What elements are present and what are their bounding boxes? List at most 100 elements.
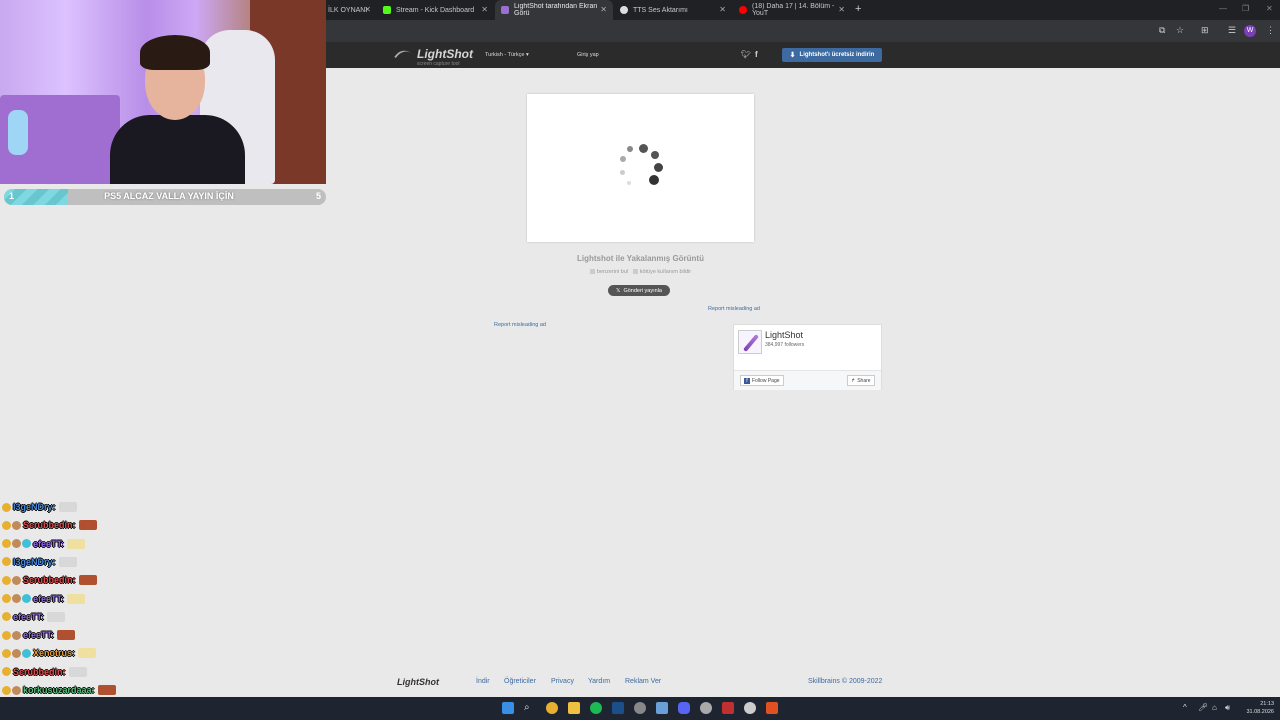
spinner-dot: [651, 151, 659, 159]
facebook-icon[interactable]: f: [755, 50, 758, 59]
image-icon: [589, 269, 595, 274]
chat-emote-icon: [78, 575, 97, 586]
webcam-lamp: [8, 110, 28, 155]
chat-message: efeeTT:: [2, 628, 76, 642]
share-button[interactable]: ↱ Share: [847, 375, 875, 386]
login-link[interactable]: Giriş yap: [577, 52, 599, 58]
close-icon[interactable]: ✕: [838, 5, 845, 14]
report-ad-link[interactable]: Report misleading ad: [494, 322, 546, 328]
chat-emote-icon: [57, 630, 76, 641]
chat-message: efeeTT:: [2, 592, 86, 606]
chat-username: efeeTT:: [23, 630, 55, 641]
spinner-dot: [639, 144, 648, 153]
flag-icon: [632, 269, 638, 274]
chat-username: Scrubbedin:: [13, 666, 66, 677]
chat-message: efeeTT:: [2, 610, 66, 624]
microphone-icon[interactable]: 🎤︎: [1198, 703, 1208, 712]
chat-badge-icon: [2, 575, 11, 585]
tab-2[interactable]: Stream - Kick Dashboard ✕: [377, 0, 494, 20]
chat-message: Scrubbedin:: [2, 518, 97, 532]
new-tab-button[interactable]: +: [855, 3, 861, 15]
spotify-icon[interactable]: [590, 702, 602, 714]
x-post-button[interactable]: 𝕏 Gönderi yayınla: [608, 285, 670, 296]
chat-message: Scrubbedin:: [2, 573, 97, 587]
download-button[interactable]: ⬇ Lightshot'ı ücretsiz indirin: [782, 48, 882, 62]
network-icon[interactable]: ⌂: [1212, 703, 1217, 712]
close-icon[interactable]: ✕: [719, 5, 726, 14]
donation-goal-bar: 1 PS5 ALCAZ VALLA YAYIN İÇİN 5: [4, 189, 326, 205]
footer-link-advertise[interactable]: Reklam Ver: [625, 678, 661, 685]
chat-message: l3geNDry:: [2, 500, 77, 514]
youtube-icon: [739, 6, 747, 14]
footer-link-privacy[interactable]: Privacy: [551, 678, 574, 685]
app-icon[interactable]: [700, 702, 712, 714]
bookmark-star-icon[interactable]: ☆: [1176, 25, 1184, 36]
footer-logo[interactable]: LightShot: [397, 677, 439, 687]
chrome-icon[interactable]: [546, 702, 558, 714]
obs-like-icon[interactable]: [722, 702, 734, 714]
tab-3[interactable]: LightShot tarafından Ekran Görü ✕: [495, 0, 613, 20]
chat-message: l3geNDry:: [2, 555, 77, 569]
spinner-dot: [627, 146, 633, 152]
chat-emote-icon: [58, 502, 77, 512]
settings-gear-icon[interactable]: [634, 702, 646, 714]
volume-icon[interactable]: 🔊︎: [1225, 703, 1230, 713]
chat-username: korkusuzardaaa:: [23, 685, 95, 695]
discord-icon[interactable]: [678, 702, 690, 714]
goal-end: 5: [316, 191, 322, 201]
search-icon[interactable]: ⌕: [524, 702, 536, 714]
chat-badge-icon: [22, 648, 31, 658]
app-icon[interactable]: [744, 702, 756, 714]
file-explorer-icon[interactable]: [568, 702, 580, 714]
footer-link-tutorials[interactable]: Öğreticiler: [504, 678, 536, 685]
tab-label: Stream - Kick Dashboard: [396, 6, 475, 14]
chat-username: Scrubbedin:: [23, 520, 76, 531]
windows-start-icon[interactable]: [502, 702, 514, 714]
spinner-dot: [627, 181, 631, 185]
extensions-icon[interactable]: ⊞: [1201, 25, 1209, 36]
tray-chevron-icon[interactable]: ^: [1183, 703, 1187, 712]
footer-link-download[interactable]: İndir: [476, 678, 490, 685]
lightshot-page-avatar[interactable]: [738, 330, 762, 354]
tab-search-icon[interactable]: ☰: [1228, 25, 1236, 36]
chat-badge-icon: [2, 612, 11, 622]
tab-4[interactable]: TTS Ses Aktarımı ✕: [614, 0, 732, 20]
menu-kebab-icon[interactable]: ⋮: [1266, 25, 1275, 36]
spinner-dot: [649, 175, 659, 185]
chat-username: efeeTT:: [33, 593, 65, 604]
find-similar-link[interactable]: benzerini bul: [589, 269, 628, 275]
restore-button[interactable]: ❐: [1242, 4, 1249, 13]
close-window-button[interactable]: ✕: [1266, 4, 1273, 13]
webcam-person-body: [110, 115, 245, 184]
screenshot-image[interactable]: [527, 94, 754, 242]
report-ad-link[interactable]: Report misleading ad: [708, 306, 760, 312]
footer-link-help[interactable]: Yardım: [588, 678, 610, 685]
webcam-feed: [0, 0, 326, 184]
twitter-icon[interactable]: 🐦︎: [741, 50, 751, 59]
steam-icon[interactable]: [612, 702, 624, 714]
tab-5[interactable]: (18) Daha 17 | 14. Bölüm - YouT ✕: [733, 0, 851, 20]
profile-avatar[interactable]: W: [1244, 25, 1256, 37]
fb-page-name[interactable]: LightShot: [765, 330, 803, 340]
chat-username: Xenotrus:: [33, 648, 76, 659]
follow-page-button[interactable]: f Follow Page: [740, 375, 784, 386]
minimize-button[interactable]: —: [1219, 4, 1227, 13]
download-label: Lightshot'ı ücretsiz indirin: [799, 52, 875, 58]
report-abuse-link[interactable]: kötüye kullanım bildir: [632, 269, 691, 275]
close-icon[interactable]: ✕: [364, 5, 371, 14]
close-icon[interactable]: ✕: [600, 5, 607, 14]
spinner-dot: [654, 163, 663, 172]
close-icon[interactable]: ✕: [481, 5, 488, 14]
chat-badge-icon: [2, 667, 11, 677]
chat-username: l3geNDry:: [13, 502, 56, 512]
tab-1[interactable]: İLK OYNANI ✕: [322, 0, 377, 20]
language-label: Turkish - Türkçe: [485, 52, 525, 58]
system-clock[interactable]: 21:13 31.08.2026: [1238, 700, 1274, 716]
install-app-icon[interactable]: ⧉: [1159, 25, 1165, 36]
brave-icon[interactable]: [766, 702, 778, 714]
language-select[interactable]: Turkish - Türkçe ▾: [485, 52, 529, 58]
app-icon[interactable]: [656, 702, 668, 714]
chat-emote-icon: [78, 648, 97, 659]
caption-links: benzerini bul kötüye kullanım bildir: [527, 269, 754, 275]
chat-emote-icon: [47, 611, 66, 622]
